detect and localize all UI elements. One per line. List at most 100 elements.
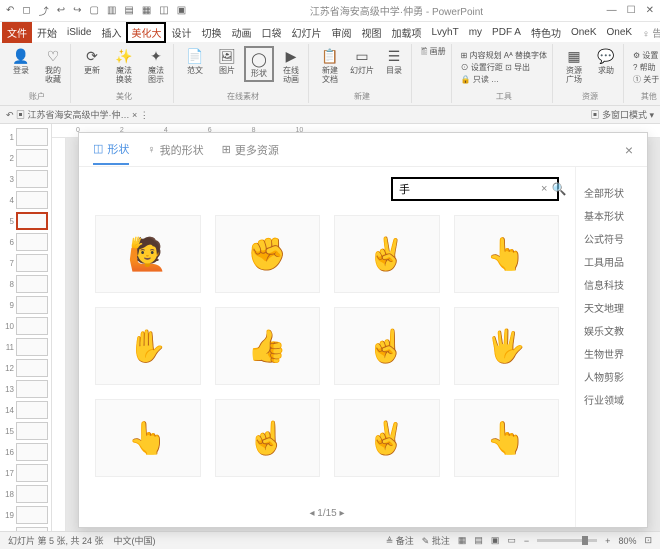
shape-search-box[interactable]: × 🔍 [391, 177, 559, 201]
qat-icon[interactable]: ↩ [57, 5, 65, 16]
shape-item[interactable]: ✊ [215, 215, 321, 293]
tool-row[interactable]: ⊞ 内容规划 Aᴬ 替换字体 [461, 50, 547, 61]
qat-icon[interactable]: ▢ [89, 5, 98, 16]
fit-button[interactable]: ⊡ [644, 535, 652, 546]
qat-icon[interactable]: ▣ [177, 5, 186, 16]
shape-item[interactable]: ✌ [334, 215, 440, 293]
view-normal-icon[interactable]: ▦ [458, 535, 467, 546]
slide-thumbnail[interactable]: 6 [2, 233, 49, 251]
shape-item[interactable]: 👆 [454, 215, 560, 293]
category-item[interactable]: 娱乐文教 [584, 319, 639, 342]
tool-row[interactable]: 🔒 只读 … [461, 74, 547, 85]
qat-icon[interactable]: ⤴ [39, 3, 49, 18]
clear-icon[interactable]: × [541, 183, 547, 195]
view-reading-icon[interactable]: ▣ [491, 535, 500, 546]
tab-pocket[interactable]: 口袋 [256, 22, 286, 43]
resource-button[interactable]: ▦资源 广场 [559, 46, 589, 85]
update-button[interactable]: ⟳更新 [77, 46, 107, 76]
tell-me[interactable]: ♀ 告诉我... [637, 22, 660, 43]
shape-item[interactable]: 👆 [454, 399, 560, 477]
slide-thumbnail[interactable]: 18 [2, 485, 49, 503]
slide-thumbnail[interactable]: 5 [2, 212, 49, 230]
search-icon[interactable]: 🔍 [551, 182, 566, 196]
zoom-value[interactable]: 80% [618, 536, 636, 546]
magic-style-button[interactable]: ✨魔法 换装 [109, 46, 139, 85]
doc-tab[interactable]: ↶ ▣ 江苏省海安高级中学·仲… × ⋮ [6, 108, 149, 121]
slide-thumbnail[interactable]: 3 [2, 170, 49, 188]
shape-item[interactable]: ✋ [95, 307, 201, 385]
album-button[interactable]: 🖺 画册 [421, 46, 446, 60]
zoom-out-button[interactable]: − [524, 536, 529, 546]
qat-icon[interactable]: ↶ [6, 5, 14, 16]
tab-onek2[interactable]: OneK [602, 24, 638, 41]
slide-thumbnail[interactable]: 9 [2, 296, 49, 314]
tab-home[interactable]: 开始 [32, 22, 62, 43]
slide-thumbnail[interactable]: 4 [2, 191, 49, 209]
shape-item[interactable]: ✌ [334, 399, 440, 477]
maximize-icon[interactable]: ☐ [627, 5, 636, 16]
minimize-icon[interactable]: — [607, 5, 617, 16]
category-item[interactable]: 行业领域 [584, 388, 639, 411]
pager[interactable]: ◂ 1/15 ▸ [79, 508, 575, 519]
category-item[interactable]: 公式符号 [584, 227, 639, 250]
qat-icon[interactable]: ◫ [159, 5, 168, 16]
settings-button[interactable]: ⚙ 设置 ▾ [633, 50, 660, 61]
zoom-slider[interactable] [537, 539, 597, 542]
slide-thumbnail[interactable]: 17 [2, 464, 49, 482]
online-anim-button[interactable]: ▶在线 动画 [276, 46, 306, 85]
newdoc-button[interactable]: 📋新建 文档 [315, 46, 345, 85]
slide-thumbnail[interactable]: 12 [2, 359, 49, 377]
tab-insert[interactable]: 插入 [96, 22, 126, 43]
slide-thumbnail[interactable]: 15 [2, 422, 49, 440]
category-item[interactable]: 天文地理 [584, 296, 639, 319]
tab-slideshow[interactable]: 幻灯片 [286, 22, 326, 43]
category-item[interactable]: 全部形状 [584, 181, 639, 204]
sample-button[interactable]: 📄范文 [180, 46, 210, 76]
tab-transition[interactable]: 切换 [196, 22, 226, 43]
toc-button[interactable]: ☰目录 [379, 46, 409, 76]
newslide-button[interactable]: ▭幻灯片 [347, 46, 377, 76]
slide-thumbnail[interactable]: 14 [2, 401, 49, 419]
picture-button[interactable]: 🖼图片 [212, 46, 242, 76]
qat-icon[interactable]: ▤ [124, 5, 133, 16]
quick-access-toolbar[interactable]: ↶ ◻ ⤴ ↩ ↪ ▢ ▥ ▤ ▦ ◫ ▣ [6, 3, 186, 18]
shape-item[interactable]: 🖐 [454, 307, 560, 385]
language[interactable]: 中文(中国) [114, 534, 156, 547]
tool-row[interactable]: ⊙ 设置行距 ⊡ 导出 [461, 62, 547, 73]
qat-icon[interactable]: ▦ [142, 5, 151, 16]
category-item[interactable]: 工具用品 [584, 250, 639, 273]
tab-lvyh[interactable]: LvyhT [426, 24, 463, 41]
view-slideshow-icon[interactable]: ▭ [507, 535, 516, 546]
shape-item[interactable]: 👍 [215, 307, 321, 385]
tab-view[interactable]: 视图 [356, 22, 386, 43]
about-button[interactable]: ① 关于 [633, 74, 660, 85]
favorites-button[interactable]: ♡我的 收藏 [38, 46, 68, 85]
category-item[interactable]: 生物世界 [584, 342, 639, 365]
tab-addin[interactable]: 加载项 [386, 22, 426, 43]
qat-icon[interactable]: ◻ [22, 5, 30, 16]
slide-thumbnails[interactable]: 1234567891011121314151617181920 [0, 124, 52, 531]
tab-shapes[interactable]: ◫形状 [93, 135, 129, 165]
slide-thumbnail[interactable]: 20 [2, 527, 49, 531]
help-button[interactable]: ? 帮助 [633, 62, 660, 73]
seek-button[interactable]: 💬求助 [591, 46, 621, 76]
notes-button[interactable]: ≜ 备注 [386, 534, 414, 547]
zoom-in-button[interactable]: + [605, 536, 610, 546]
close-panel-button[interactable]: × [625, 142, 633, 158]
shape-item[interactable]: 🙋 [95, 215, 201, 293]
shape-item[interactable]: 👆 [95, 399, 201, 477]
tab-review[interactable]: 审阅 [326, 22, 356, 43]
tab-my-shapes[interactable]: ♀我的形状 [147, 136, 203, 164]
slide-thumbnail[interactable]: 19 [2, 506, 49, 524]
category-item[interactable]: 基本形状 [584, 204, 639, 227]
slide-thumbnail[interactable]: 10 [2, 317, 49, 335]
shape-item[interactable]: ☝ [215, 399, 321, 477]
tab-onek1[interactable]: OneK [566, 24, 602, 41]
tab-design[interactable]: 设计 [166, 22, 196, 43]
slide-thumbnail[interactable]: 2 [2, 149, 49, 167]
shape-button[interactable]: ◯形状 [244, 46, 274, 82]
tab-anim[interactable]: 动画 [226, 22, 256, 43]
comments-button[interactable]: ✎ 批注 [422, 534, 450, 547]
tab-feature[interactable]: 特色功 [526, 22, 566, 43]
zoom-thumb[interactable] [582, 536, 588, 545]
